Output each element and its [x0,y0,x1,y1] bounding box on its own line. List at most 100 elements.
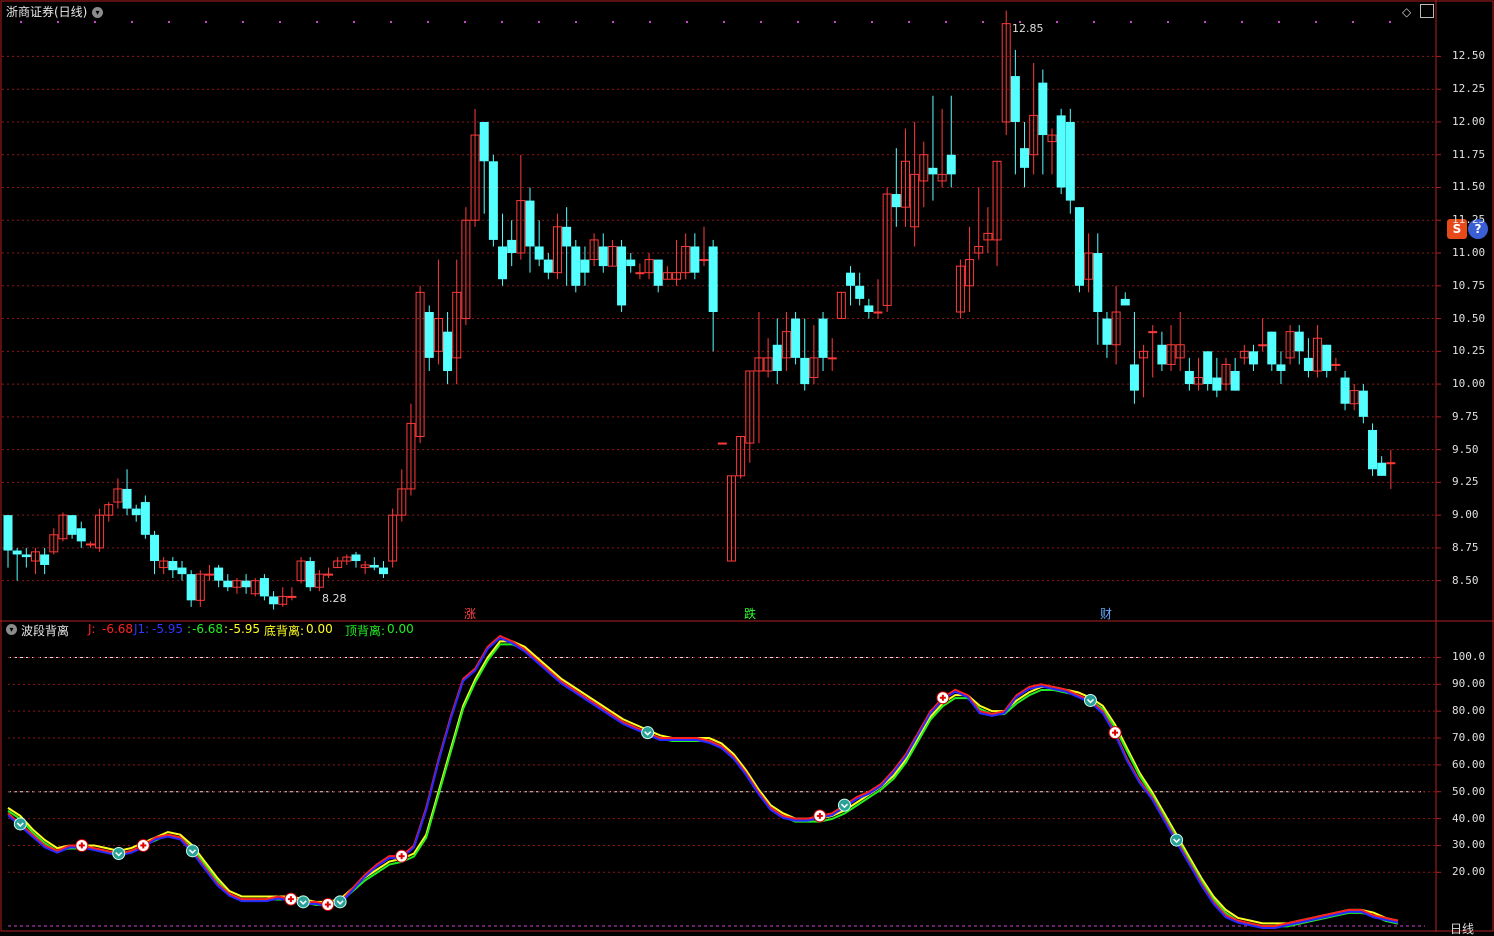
marker-dot [205,21,207,23]
event-rise-marker[interactable]: 涨 [464,605,476,622]
top-signal-marker [186,844,200,858]
candle-body-down [122,488,132,509]
marker-dot [1056,21,1058,23]
candle-body-down [946,154,956,175]
candle-body-down [772,344,782,371]
indicator-tick-label: 60.00 [1452,757,1486,771]
indicator-menu-icon[interactable]: ▾ [6,624,17,635]
indicator-tick-label: 30.00 [1452,838,1486,852]
candle-body-down [168,561,178,571]
marker-dot [390,21,392,23]
candle-body-down [534,246,544,260]
candle-body-down [305,561,315,588]
candle-body-down [507,239,517,254]
window-title: 浙商证券(日线) [6,5,88,19]
k-value: -6.68 [192,622,224,636]
candle-body-down [1358,390,1368,417]
candle-body-down [525,200,535,247]
price-tick-label: 8.75 [1452,540,1479,554]
marker-dot [168,21,170,23]
indicator-tick-label: 90.00 [1452,677,1486,691]
candle-body-up [1386,462,1396,465]
price-tick-label: 11.00 [1452,246,1486,260]
price-tick-label: 10.25 [1452,344,1486,358]
candle-body-up [287,595,297,598]
price-tick-label: 9.50 [1452,442,1479,456]
indicator-tick-label: 100.0 [1452,650,1486,664]
j1-label: J1: [134,622,150,636]
price-tick-label: 9.00 [1452,508,1479,522]
candle-body-up [699,259,709,262]
candle-body-down [1294,331,1304,352]
candle-body-down [177,567,187,575]
marker-dot [242,21,244,23]
d-label: : [224,622,229,636]
candle-body-down [76,528,86,542]
price-tick-label: 10.75 [1452,278,1486,292]
marker-dot [353,21,355,23]
d-value: -5.95 [229,622,261,636]
marker-dot [1130,21,1132,23]
candle-body-down [140,502,150,535]
event-finance-marker[interactable]: 财 [1100,605,1112,622]
marker-dot [1315,21,1317,23]
candle-body-down [1276,364,1286,371]
candle-body-up [827,357,837,360]
marker-dot [131,21,133,23]
candle-body-down [214,567,224,581]
candle-body-down [1010,76,1020,122]
candle-body-down [12,550,22,555]
candle-body-down [186,574,196,601]
candle-body-down [891,194,901,208]
candle-body-down [818,318,828,358]
top-divergence-value: 0.00 [387,622,414,636]
marker-dot [723,21,725,23]
candle-body-down [617,246,627,306]
candle-body-down [131,508,141,516]
candle-body-down [1093,253,1103,312]
candle-body-down [1203,351,1213,385]
indicator-tick-label: 40.00 [1452,811,1486,825]
top-signal-marker [13,817,27,831]
candle-body-down [424,312,434,358]
period-label: 日线 [1450,922,1475,936]
candle-body-down [1157,344,1167,365]
marker-dot [501,21,503,23]
candle-body-down [580,259,590,273]
candle-body-down [1303,357,1313,371]
indicator-tick-label: 70.00 [1452,731,1486,745]
top-signal-marker [641,726,655,740]
candle-body-down [708,246,718,312]
indicator-tick-label: 20.00 [1452,865,1486,879]
j1-line [7,636,1399,929]
price-tick-label: 9.25 [1452,475,1479,489]
marker-dot [1278,21,1280,23]
marker-dot [1204,21,1206,23]
marker-dot [612,21,614,23]
top-signal-marker [112,847,126,860]
candle-body-down [241,580,251,588]
marker-dot [538,21,540,23]
price-tick-label: 11.75 [1452,147,1486,161]
candle-body-down [855,285,865,299]
candle-body-down [67,515,77,535]
candle-body-down [800,357,810,385]
restore-window-icon[interactable] [1420,4,1434,18]
candle-body-up [717,442,727,445]
top-signal-marker [296,895,310,909]
diamond-icon[interactable]: ◇ [1402,5,1411,19]
candle-body-down [1340,377,1350,404]
marker-dot [20,21,22,23]
bottom-divergence-value: 0.00 [306,622,333,636]
price-tick-label: 10.00 [1452,377,1486,391]
title-menu-icon[interactable]: ▾ [92,7,103,18]
candle-body-down [846,272,856,286]
candle-body-down [1212,377,1222,391]
event-fall-marker[interactable]: 跌 [744,605,756,622]
top-signal-marker [333,895,347,909]
price-tick-label: 10.50 [1452,311,1486,325]
candle-body-down [928,167,938,175]
indicator-tick-label: 50.00 [1452,784,1486,798]
candle-body-down [562,226,572,247]
candle-body-down [498,246,508,280]
